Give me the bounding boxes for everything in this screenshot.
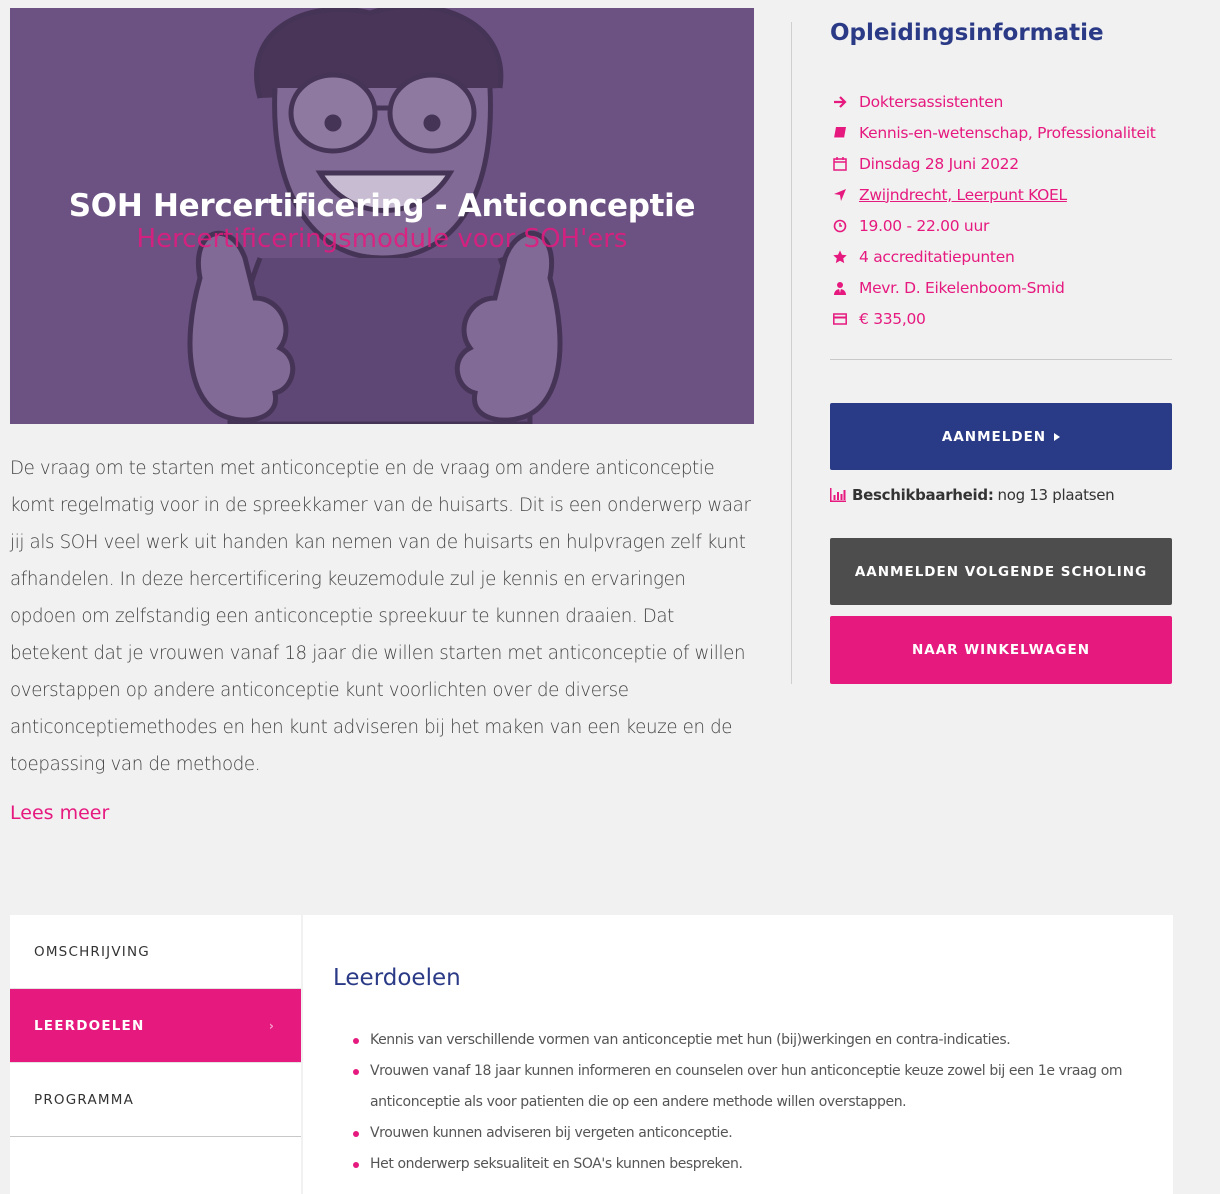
sidebar-title: Opleidingsinformatie (830, 20, 1104, 46)
tab-omschrijving-label: OMSCHRIJVING (34, 943, 150, 960)
leerdoelen-list: Kennis van verschillende vormen van anti… (353, 1025, 1143, 1180)
tab-leerdoelen-label: LEERDOELEN (34, 1017, 145, 1034)
info-location[interactable]: Zwijndrecht, Leerpunt KOEL (833, 179, 1156, 210)
info-themes-text: Kennis-en-wetenschap, Professionaliteit (859, 123, 1156, 142)
aanmelden-volgende-button[interactable]: AANMELDEN VOLGENDE SCHOLING (830, 538, 1172, 605)
info-teacher-text: Mevr. D. Eikelenboom-Smid (859, 278, 1065, 297)
list-item: Vrouwen vanaf 18 jaar kunnen informeren … (353, 1056, 1143, 1118)
info-date: Dinsdag 28 Juni 2022 (833, 148, 1156, 179)
hero-banner: SOH Hercertificering - Anticonceptie Her… (10, 8, 754, 424)
list-item: Het onderwerp seksualiteit en SOA's kunn… (353, 1149, 1143, 1180)
tab-omschrijving[interactable]: OMSCHRIJVING (10, 915, 301, 989)
info-teacher: Mevr. D. Eikelenboom-Smid (833, 272, 1156, 303)
info-accreditation: 4 accreditatiepunten (833, 241, 1156, 272)
winkelwagen-button[interactable]: NAAR WINKELWAGEN (830, 616, 1172, 684)
star-icon (833, 250, 859, 264)
course-info-list: Doktersassistenten Kennis-en-wetenschap,… (833, 86, 1156, 334)
panel-title: Leerdoelen (333, 965, 461, 991)
sidebar-divider (830, 359, 1172, 360)
hero-subtitle: Hercertificeringsmodule voor SOH'ers (136, 224, 628, 254)
course-description: De vraag om te starten met anticonceptie… (10, 458, 751, 775)
info-audience: Doktersassistenten (833, 86, 1156, 117)
info-time: 19.00 - 22.00 uur (833, 210, 1156, 241)
location-arrow-icon (833, 188, 859, 202)
info-time-text: 19.00 - 22.00 uur (859, 216, 990, 235)
credit-card-icon (833, 312, 859, 326)
aanmelden-button[interactable]: AANMELDEN (830, 403, 1172, 470)
availability-value: nog 13 plaatsen (997, 486, 1115, 504)
tab-leerdoelen[interactable]: LEERDOELEN › (10, 989, 301, 1063)
book-icon (833, 126, 859, 140)
info-audience-text: Doktersassistenten (859, 92, 1003, 111)
info-date-text: Dinsdag 28 Juni 2022 (859, 154, 1019, 173)
tab-list: OMSCHRIJVING LEERDOELEN › PROGRAMMA (10, 915, 301, 1194)
info-price-text: € 335,00 (859, 309, 926, 328)
tab-panel: Leerdoelen Kennis van verschillende vorm… (303, 915, 1173, 1194)
info-themes: Kennis-en-wetenschap, Professionaliteit (833, 117, 1156, 148)
info-price: € 335,00 (833, 303, 1156, 334)
arrow-right-icon (833, 95, 859, 109)
info-accreditation-text: 4 accreditatiepunten (859, 247, 1015, 266)
list-item: Vrouwen kunnen adviseren bij vergeten an… (353, 1118, 1143, 1149)
availability-label: Beschikbaarheid: (852, 486, 994, 504)
availability: Beschikbaarheid: nog 13 plaatsen (830, 486, 1115, 504)
user-tie-icon (833, 281, 859, 295)
caret-right-icon (1054, 432, 1061, 441)
tab-programma[interactable]: PROGRAMMA (10, 1063, 301, 1137)
column-divider (791, 22, 792, 684)
calendar-icon (833, 156, 859, 171)
chevron-right-icon: › (268, 1018, 275, 1033)
info-location-link[interactable]: Zwijndrecht, Leerpunt KOEL (859, 186, 1067, 204)
lees-meer-link[interactable]: Lees meer (10, 802, 109, 824)
hero-title: SOH Hercertificering - Anticonceptie (68, 188, 696, 224)
bar-chart-icon (830, 488, 846, 502)
clock-icon (833, 219, 859, 233)
aanmelden-label: AANMELDEN (941, 428, 1047, 445)
tab-programma-label: PROGRAMMA (34, 1091, 135, 1108)
list-item: Kennis van verschillende vormen van anti… (353, 1025, 1143, 1056)
